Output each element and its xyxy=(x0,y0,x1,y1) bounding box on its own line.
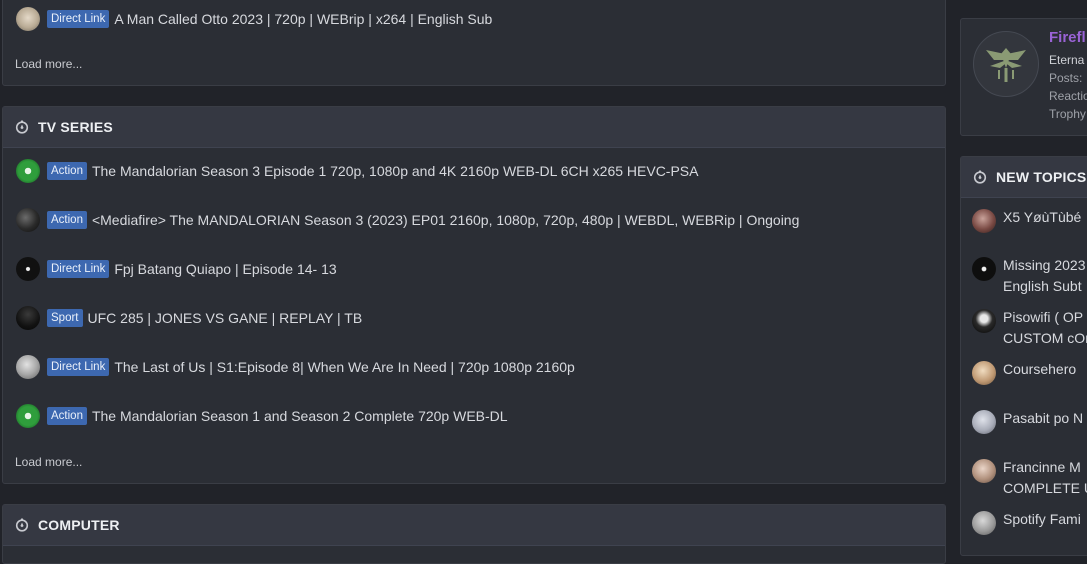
list-item[interactable]: Action The Mandalorian Season 1 and Seas… xyxy=(16,404,508,428)
tv-series-block: TV SERIES Action The Mandalorian Season … xyxy=(2,106,946,484)
new-topics-block: NEW TOPICS X5 YøùTùbé Missing 2023 Engli… xyxy=(960,156,1087,556)
avatar[interactable] xyxy=(972,511,996,535)
profile-card: Firefl Eterna Posts: Reactio Trophy xyxy=(960,18,1087,136)
topic-title-link[interactable]: Pasabit po N xyxy=(1003,408,1083,429)
firefly-logo-icon xyxy=(986,48,1026,82)
topic-title-link[interactable]: Pisowifi ( OP CUSTOM cOr xyxy=(1003,307,1087,349)
prefix-label[interactable]: Direct Link xyxy=(47,260,110,278)
list-item[interactable]: X5 YøùTùbé xyxy=(972,207,1081,233)
prefix-label[interactable]: Action xyxy=(47,407,87,425)
list-item[interactable]: Sport UFC 285 | JONES VS GANE | REPLAY |… xyxy=(16,306,362,330)
profile-title: Eterna xyxy=(1049,53,1085,67)
profile-stat-trophy: Trophy xyxy=(1049,107,1086,121)
thread-title-link[interactable]: <Mediafire> The MANDALORIAN Season 3 (20… xyxy=(92,212,799,228)
avatar[interactable] xyxy=(16,208,40,232)
topic-title-link[interactable]: Missing 2023 English Subt xyxy=(1003,255,1086,297)
avatar[interactable] xyxy=(16,7,40,31)
thread-title-link[interactable]: A Man Called Otto 2023 | 720p | WEBrip |… xyxy=(114,11,492,27)
avatar[interactable] xyxy=(16,159,40,183)
list-item[interactable]: Spotify Fami xyxy=(972,509,1081,535)
topic-title-link[interactable]: X5 YøùTùbé xyxy=(1003,207,1081,228)
avatar[interactable] xyxy=(972,410,996,434)
avatar[interactable] xyxy=(972,309,996,333)
list-item[interactable]: Action The Mandalorian Season 3 Episode … xyxy=(16,159,699,183)
prefix-label[interactable]: Action xyxy=(47,162,87,180)
widget-icon xyxy=(15,120,29,134)
list-item[interactable]: Missing 2023 English Subt xyxy=(972,255,1086,297)
profile-stat-reactions: Reactio xyxy=(1049,89,1087,103)
prefix-label[interactable]: Sport xyxy=(47,309,83,327)
prefix-label[interactable]: Action xyxy=(47,211,87,229)
thread-title-link[interactable]: The Mandalorian Season 1 and Season 2 Co… xyxy=(92,408,508,424)
list-item[interactable]: Pisowifi ( OP CUSTOM cOr xyxy=(972,307,1087,349)
list-item[interactable]: Action <Mediafire> The MANDALORIAN Seaso… xyxy=(16,208,799,232)
block-title[interactable]: TV SERIES xyxy=(38,119,113,135)
thread-title-link[interactable]: The Mandalorian Season 3 Episode 1 720p,… xyxy=(92,163,699,179)
list-item[interactable]: Pasabit po N xyxy=(972,408,1083,434)
profile-stat-posts: Posts: xyxy=(1049,71,1083,85)
avatar[interactable] xyxy=(972,257,996,281)
block-title[interactable]: COMPUTER xyxy=(38,517,120,533)
block-title[interactable]: NEW TOPICS xyxy=(996,169,1086,185)
block-header: NEW TOPICS xyxy=(961,157,1087,198)
avatar[interactable] xyxy=(972,459,996,483)
topic-title-link[interactable]: Spotify Fami xyxy=(1003,509,1081,530)
prefix-label[interactable]: Direct Link xyxy=(47,358,110,376)
prefix-label[interactable]: Direct Link xyxy=(47,10,110,28)
block-header: COMPUTER xyxy=(3,505,945,546)
avatar[interactable] xyxy=(972,209,996,233)
computer-block: COMPUTER xyxy=(2,504,946,564)
list-item[interactable]: Coursehero xyxy=(972,359,1076,385)
avatar[interactable] xyxy=(973,31,1039,97)
thread-title-link[interactable]: UFC 285 | JONES VS GANE | REPLAY | TB xyxy=(88,310,363,326)
profile-name[interactable]: Firefl xyxy=(1049,29,1086,46)
list-item[interactable]: Francinne M COMPLETE U xyxy=(972,457,1087,499)
avatar[interactable] xyxy=(16,257,40,281)
widget-icon xyxy=(15,518,29,532)
widget-icon xyxy=(973,170,987,184)
avatar[interactable] xyxy=(972,361,996,385)
thread-title-link[interactable]: The Last of Us | S1:Episode 8| When We A… xyxy=(114,359,575,375)
list-item[interactable]: Direct Link The Last of Us | S1:Episode … xyxy=(16,355,575,379)
topic-title-link[interactable]: Coursehero xyxy=(1003,359,1076,380)
load-more-link[interactable]: Load more... xyxy=(15,57,82,71)
load-more-link[interactable]: Load more... xyxy=(15,455,82,469)
avatar[interactable] xyxy=(16,306,40,330)
thread-title-link[interactable]: Fpj Batang Quiapo | Episode 14- 13 xyxy=(114,261,336,277)
avatar[interactable] xyxy=(16,355,40,379)
previous-section-block: Direct Link A Man Called Otto 2023 | 720… xyxy=(2,0,946,86)
list-item[interactable]: Direct Link A Man Called Otto 2023 | 720… xyxy=(16,7,492,31)
block-header: TV SERIES xyxy=(3,107,945,148)
avatar[interactable] xyxy=(16,404,40,428)
list-item[interactable]: Direct Link Fpj Batang Quiapo | Episode … xyxy=(16,257,337,281)
topic-title-link[interactable]: Francinne M COMPLETE U xyxy=(1003,457,1087,499)
